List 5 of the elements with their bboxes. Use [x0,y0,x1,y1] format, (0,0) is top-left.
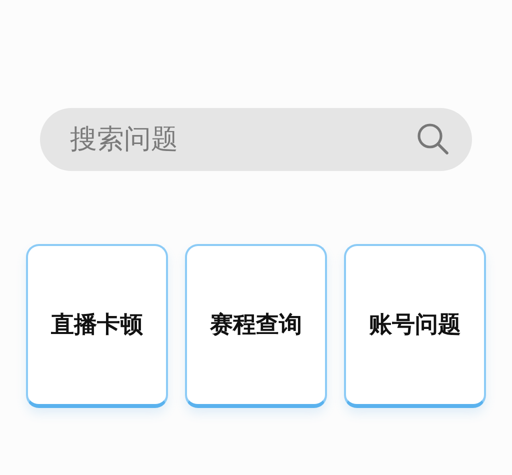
shortcut-tile[interactable]: 账号问题 [344,244,486,408]
search-field[interactable]: 搜索问题 [40,108,472,171]
shortcut-tile[interactable]: 赛程查询 [185,244,327,408]
shortcut-tile[interactable]: 直播卡顿 [26,244,168,408]
search-icon[interactable] [416,122,450,156]
